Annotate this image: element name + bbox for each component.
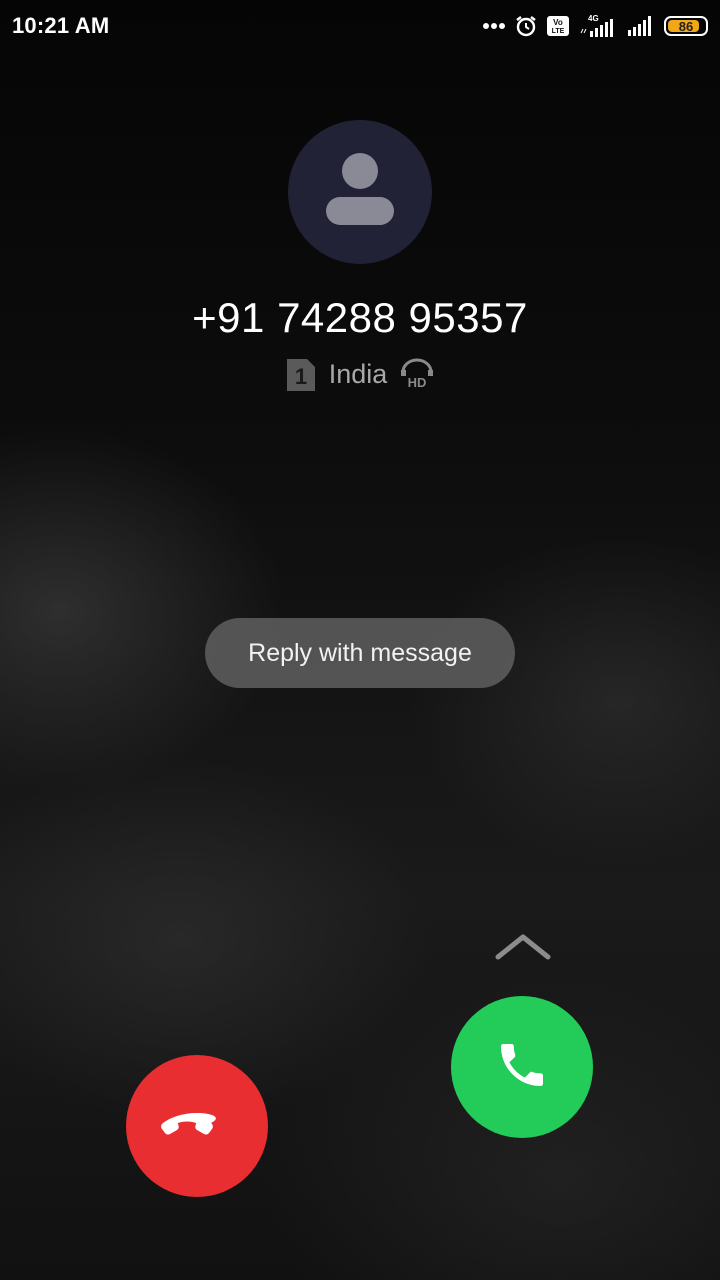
- svg-text:1: 1: [295, 364, 307, 389]
- battery-level: 86: [678, 18, 694, 34]
- svg-text:HD: HD: [408, 375, 427, 388]
- hd-voice-icon: HD: [399, 356, 435, 393]
- status-bar: 10:21 AM Vo LTE 4G 86: [0, 0, 720, 52]
- caller-avatar: [288, 120, 432, 264]
- chevron-up-icon: [494, 930, 552, 962]
- status-time: 10:21 AM: [12, 13, 110, 38]
- signal-4g-icon: 4G: [578, 13, 618, 39]
- sim-card-icon: 1: [285, 357, 317, 393]
- caller-info: 1 India HD: [0, 356, 720, 393]
- caller-location: India: [328, 359, 388, 389]
- signal-icon: [626, 15, 656, 37]
- person-icon: [325, 152, 395, 232]
- svg-text:4G: 4G: [588, 14, 599, 23]
- svg-text:LTE: LTE: [552, 28, 565, 35]
- reply-with-message-button[interactable]: Reply with message: [205, 618, 515, 688]
- phone-icon: [494, 1037, 550, 1098]
- battery-icon: 86: [664, 16, 708, 36]
- more-dots-icon: [482, 22, 506, 30]
- volte-icon: Vo LTE: [546, 15, 570, 37]
- svg-text:Vo: Vo: [553, 18, 563, 27]
- decline-call-button[interactable]: [126, 1055, 268, 1197]
- alarm-icon: [514, 14, 538, 38]
- caller-number: +91 74288 95357: [192, 294, 528, 341]
- accept-call-button[interactable]: [451, 996, 593, 1138]
- phone-hangup-icon: [159, 1109, 235, 1144]
- status-icons: Vo LTE 4G 86: [482, 13, 708, 39]
